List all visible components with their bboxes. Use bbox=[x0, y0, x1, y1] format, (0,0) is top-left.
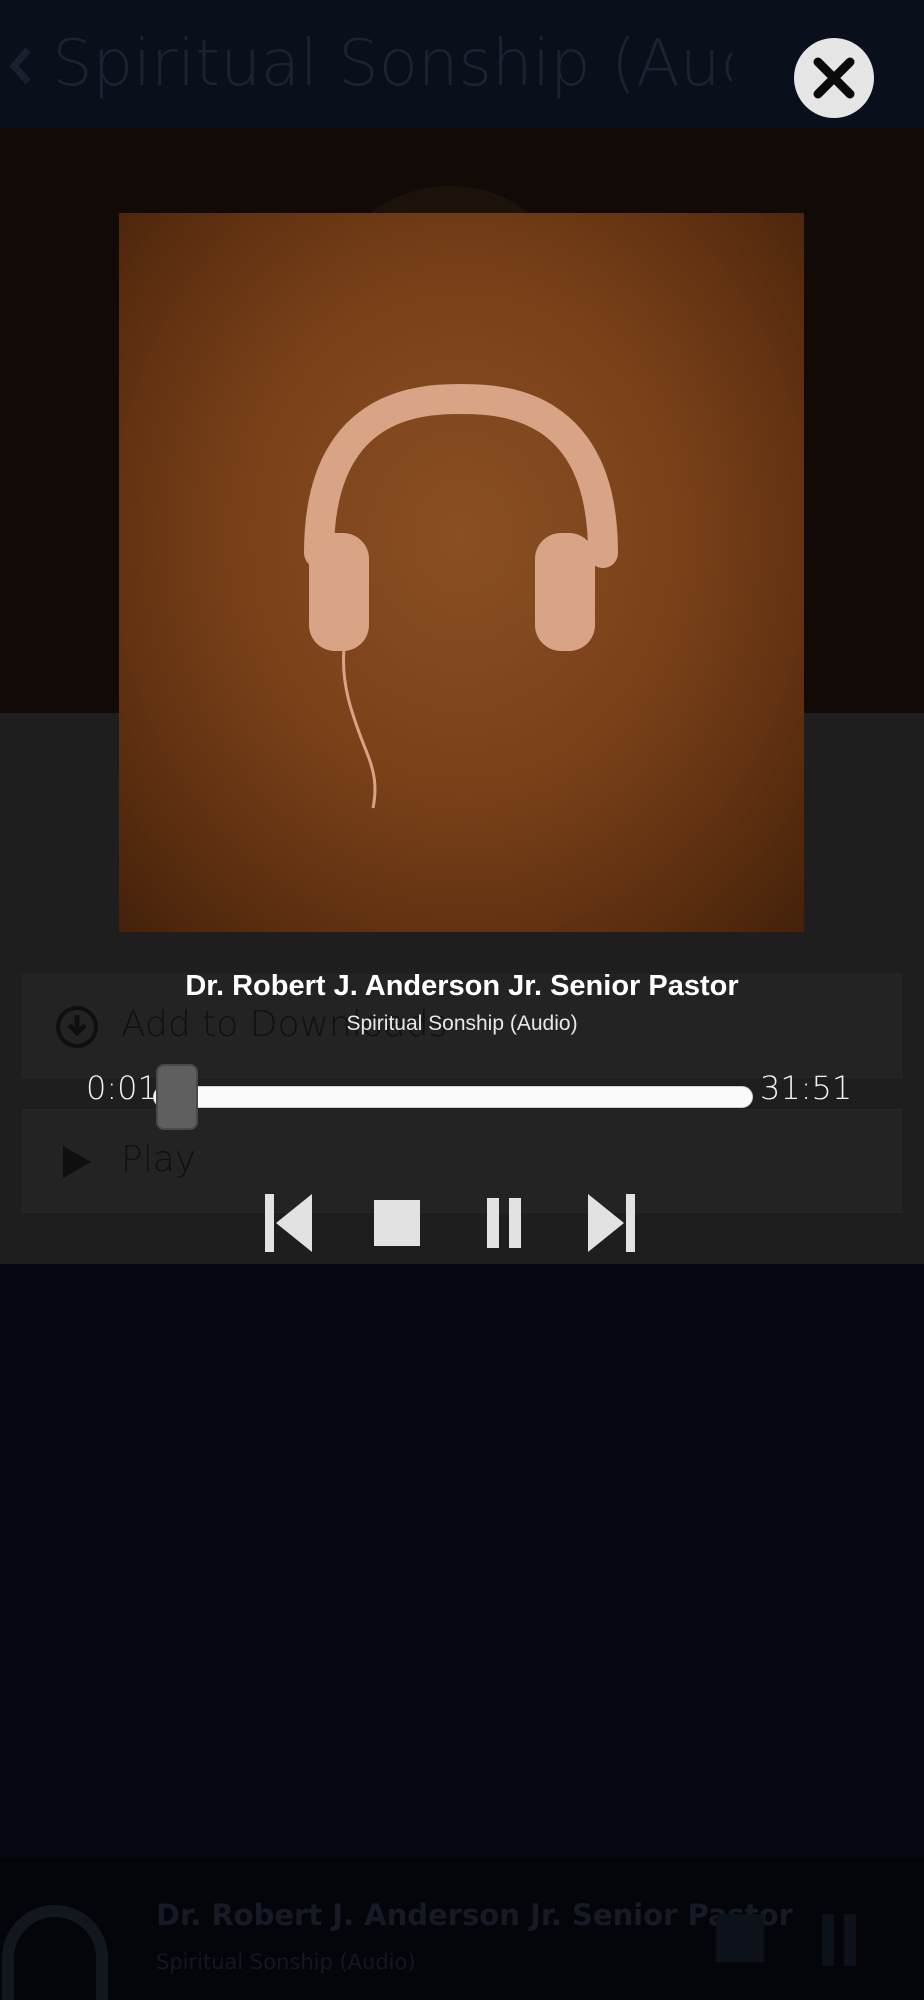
close-button[interactable] bbox=[794, 38, 874, 118]
total-duration: 31:51 bbox=[760, 1069, 853, 1107]
seek-bar[interactable] bbox=[153, 1086, 753, 1108]
skip-previous-button[interactable] bbox=[264, 1192, 314, 1254]
background-page-title: Spiritual Sonship (Audi… bbox=[52, 27, 732, 101]
mini-stop-icon[interactable] bbox=[716, 1914, 764, 1962]
close-icon bbox=[813, 57, 855, 99]
pause-button[interactable] bbox=[484, 1192, 524, 1254]
play-icon bbox=[63, 1146, 91, 1178]
back-chevron-icon[interactable] bbox=[6, 44, 34, 88]
mini-player-artist: Dr. Robert J. Anderson Jr. Senior Pastor bbox=[156, 1898, 793, 1932]
stop-button[interactable] bbox=[372, 1192, 422, 1254]
play-row[interactable]: Play bbox=[22, 1109, 902, 1213]
player-artist-name: Dr. Robert J. Anderson Jr. Senior Pastor bbox=[185, 970, 739, 1002]
headphones-icon bbox=[304, 383, 618, 809]
mini-player-bar[interactable]: Dr. Robert J. Anderson Jr. Senior Pastor… bbox=[0, 1858, 924, 2000]
background-header: Spiritual Sonship (Audi… bbox=[0, 0, 924, 128]
mini-player-track: Spiritual Sonship (Audio) bbox=[156, 1950, 416, 1974]
play-label: Play bbox=[121, 1139, 197, 1180]
mini-headphones-icon bbox=[1, 1905, 108, 2000]
skip-next-button[interactable] bbox=[586, 1192, 636, 1254]
seek-thumb[interactable] bbox=[156, 1064, 198, 1130]
elapsed-time: 0:01 bbox=[86, 1069, 158, 1107]
mini-pause-icon[interactable] bbox=[822, 1914, 856, 1966]
album-artwork bbox=[119, 213, 804, 932]
player-track-title: Spiritual Sonship (Audio) bbox=[346, 1012, 578, 1035]
